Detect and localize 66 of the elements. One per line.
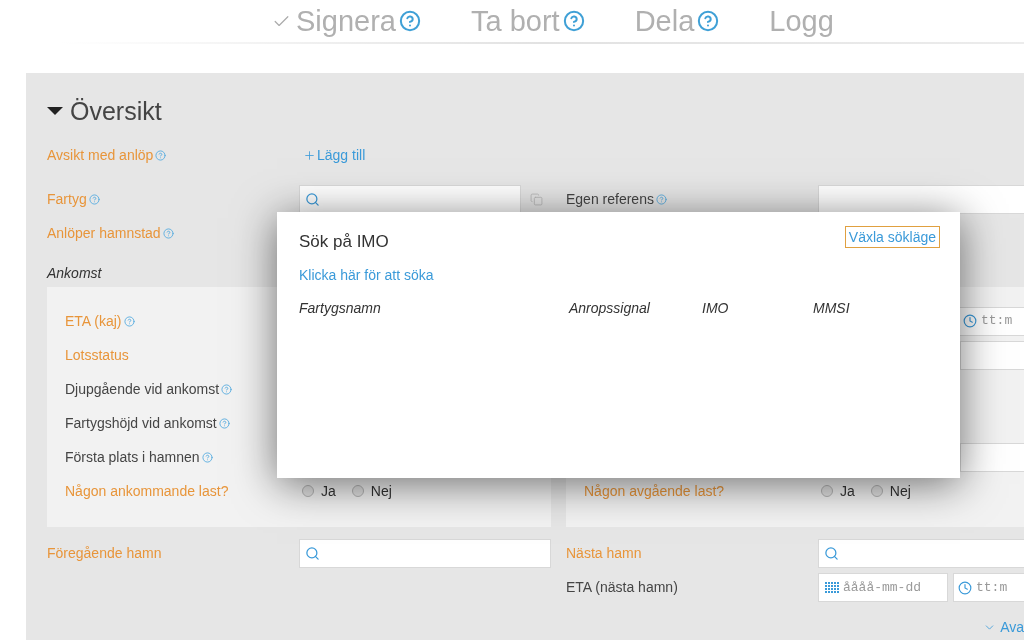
- radio-button[interactable]: [870, 485, 883, 497]
- clock-icon: [963, 314, 977, 328]
- field-label: Nästa hamn: [566, 544, 642, 563]
- field-label: Föregående hamn: [47, 544, 162, 563]
- field-label: Fartyg: [47, 189, 87, 209]
- help-icon[interactable]: [655, 193, 667, 205]
- toolbar-action[interactable]: Ta bort: [470, 6, 585, 36]
- field-label: Djupgående vid ankomst: [65, 379, 220, 399]
- text-field[interactable]: [960, 340, 1024, 370]
- help-icon[interactable]: [162, 227, 174, 239]
- clock-icon: [958, 580, 972, 595]
- radio-button[interactable]: [821, 485, 833, 497]
- help-icon[interactable]: [218, 417, 230, 429]
- search-icon: [305, 191, 320, 207]
- help-icon[interactable]: [123, 315, 135, 327]
- field-label: Avsikt med anlöp: [47, 145, 154, 165]
- search-icon: [305, 546, 320, 561]
- field-label: ETA (kaj): [65, 311, 122, 331]
- toolbar-action[interactable]: Logg: [769, 6, 834, 36]
- radio-label[interactable]: Ja: [840, 480, 855, 502]
- search-field[interactable]: [299, 184, 521, 214]
- search-field[interactable]: [818, 539, 1024, 568]
- time-field[interactable]: tt:m: [958, 306, 1024, 336]
- group-title: Ankomst: [47, 263, 102, 283]
- column-header: IMO: [702, 299, 730, 318]
- text-field[interactable]: [960, 442, 1024, 472]
- field-label: ETA (nästa hamn): [566, 578, 678, 597]
- search-link[interactable]: Klicka här för att söka: [299, 264, 434, 286]
- date-field[interactable]: åååå-mm-dd: [818, 573, 948, 602]
- add-link[interactable]: Lägg till: [303, 144, 366, 166]
- plus-icon: [303, 148, 316, 162]
- radio-label[interactable]: Ja: [321, 480, 336, 502]
- help-icon[interactable]: [201, 451, 213, 463]
- radio-label[interactable]: Nej: [889, 480, 911, 502]
- help-icon[interactable]: [88, 193, 100, 205]
- radio-label[interactable]: Nej: [370, 480, 392, 502]
- text-field[interactable]: [818, 184, 1024, 214]
- calendar-icon: [825, 582, 839, 593]
- dialog-title: Sök på IMO: [299, 232, 389, 252]
- field-label: Egen referens: [566, 189, 654, 209]
- field-label: Någon avgående last?: [584, 481, 725, 501]
- field-label: Någon ankommande last?: [65, 481, 229, 501]
- field-label: Anlöper hamnstad: [47, 223, 161, 243]
- toolbar-action[interactable]: Dela: [634, 6, 720, 36]
- search-field[interactable]: [299, 539, 551, 568]
- search-mode-link[interactable]: Växla sökläge: [844, 226, 940, 248]
- caret-icon[interactable]: [47, 107, 63, 115]
- help-icon[interactable]: [697, 10, 720, 32]
- field-label: Fartygshöjd vid ankomst: [65, 413, 217, 433]
- field-label: Första plats i hamnen: [65, 447, 200, 467]
- section-title: Översikt: [70, 98, 162, 124]
- column-header: Fartygsnamn: [299, 299, 382, 318]
- help-icon[interactable]: [221, 383, 233, 395]
- radio-button[interactable]: [302, 485, 314, 497]
- time-field[interactable]: tt:m: [953, 573, 1024, 602]
- more-link[interactable]: Ava: [983, 617, 1024, 637]
- column-header: MMSI: [813, 299, 851, 318]
- help-icon[interactable]: [155, 149, 167, 161]
- column-header: Anropssignal: [569, 299, 651, 318]
- toolbar-action[interactable]: Signera: [272, 6, 421, 36]
- radio-button[interactable]: [351, 485, 364, 497]
- help-icon[interactable]: [398, 10, 421, 32]
- copy-icon[interactable]: [529, 192, 543, 206]
- help-icon[interactable]: [562, 10, 585, 32]
- field-label: Lotsstatus: [65, 345, 129, 365]
- search-icon: [824, 546, 839, 561]
